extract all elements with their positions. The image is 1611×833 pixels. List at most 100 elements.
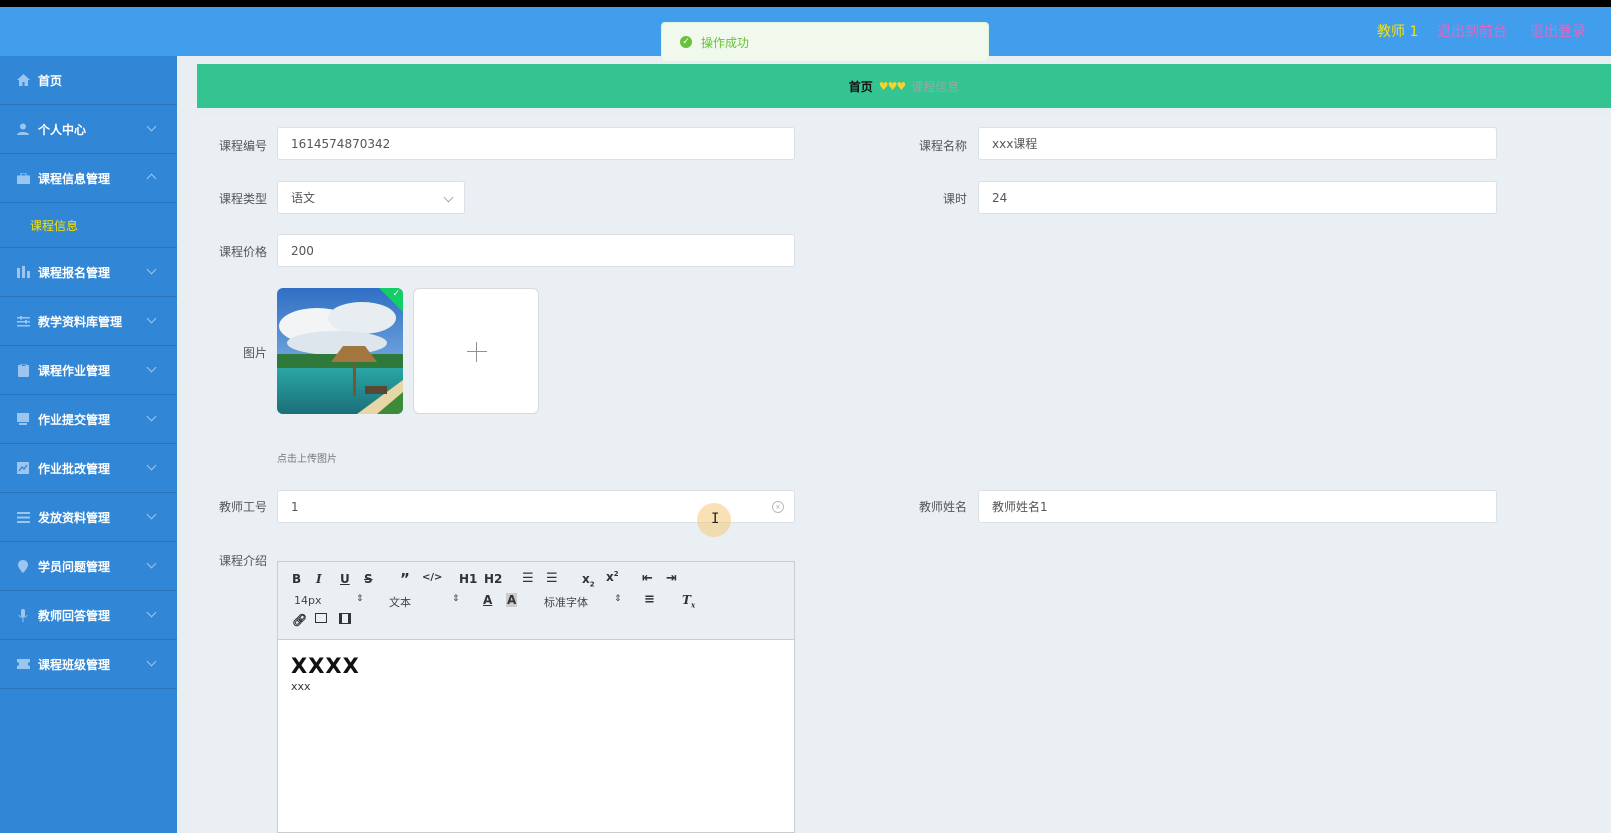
price-input[interactable]: 200 [277,234,795,267]
inbox-icon [16,413,30,426]
link-icon[interactable]: 🔗︎ [292,613,307,627]
background-color-icon[interactable]: A [506,593,518,607]
uploaded-image-thumbnail[interactable]: ✓ [277,288,403,414]
chevron-down-icon [443,192,454,203]
teacher-no-value: 1 [291,499,299,514]
sidebar-item-homework[interactable]: 课程作业管理 [0,346,177,395]
course-type-select[interactable]: 语文 [277,181,465,214]
font-family-value: 标准字体 [544,596,588,609]
sidebar-item-grading[interactable]: 作业批改管理 [0,444,177,493]
sidebar-item-label: 课程报名管理 [38,265,111,280]
sidebar-item-label: 课程作业管理 [38,363,111,378]
heading1-icon[interactable]: H1 [459,572,477,586]
sidebar-item-course-info[interactable]: 课程信息管理 [0,154,177,203]
sidebar-subitem-course-info[interactable]: 课程信息 [0,203,177,248]
microphone-icon [16,608,30,622]
course-name-value: xxx课程 [992,137,1038,151]
sidebar-item-materials[interactable]: 教学资料库管理 [0,297,177,346]
superscript-icon[interactable]: x2 [606,570,619,584]
chevron-down-icon [146,264,157,275]
code-block-icon[interactable]: </> [422,572,442,583]
list-icon [16,511,30,524]
teacher-name-value: 教师姓名1 [992,500,1048,514]
hours-label: 课时 [942,192,967,206]
hours-value: 24 [992,190,1008,205]
heading2-icon[interactable]: H2 [484,572,502,586]
align-icon[interactable]: ≡ [644,592,655,607]
paragraph-select[interactable]: 文本 ⇕ [389,594,460,610]
clear-icon[interactable]: × [772,501,784,513]
breadcrumb: 首页 ♥♥♥ 课程信息 [197,64,1611,108]
sidebar-item-label: 发放资料管理 [38,510,111,525]
plus-icon-vertical [476,342,477,362]
select-arrows-icon: ⇕ [614,594,622,604]
editor-content[interactable]: XXXX xxx [278,640,794,707]
bold-icon[interactable]: B [292,572,301,586]
hours-input[interactable]: 24 [978,181,1497,214]
price-label: 课程价格 [218,245,267,259]
sidebar-item-distribution[interactable]: 发放资料管理 [0,493,177,542]
image-icon[interactable] [315,613,327,623]
sidebar-item-submissions[interactable]: 作业提交管理 [0,395,177,444]
course-type-label: 课程类型 [218,192,267,206]
chevron-down-icon [146,558,157,569]
editor-body: xxx [291,680,311,693]
sidebar-subitem-label: 课程信息 [30,218,79,233]
breadcrumb-separator-hearts-icon: ♥♥♥ [878,79,907,93]
sidebar-item-label: 首页 [38,73,63,88]
image-label: 图片 [242,346,267,360]
window-top-edge [0,0,1611,7]
sliders-icon [16,315,30,328]
select-arrows-icon: ⇕ [356,594,364,604]
outdent-icon[interactable]: ⇤ [642,571,653,586]
course-no-input[interactable]: 1614574870342 [277,127,795,160]
sidebar-item-label: 个人中心 [38,122,87,137]
font-size-select[interactable]: 14px ⇕ [294,594,364,607]
course-no-value: 1614574870342 [291,136,391,151]
back-to-front-link[interactable]: 退出到前台 [1437,21,1507,41]
sidebar-item-questions[interactable]: 学员问题管理 [0,542,177,591]
sidebar-item-home[interactable]: 首页 [0,56,177,105]
sidebar-item-label: 作业提交管理 [38,412,111,427]
font-family-select[interactable]: 标准字体 ⇕ [544,594,624,610]
strikethrough-icon[interactable]: S [364,572,373,586]
check-icon: ✓ [392,289,400,299]
italic-icon[interactable]: I [316,572,322,586]
logout-link[interactable]: 退出登录 [1530,21,1586,41]
bullet-list-icon[interactable]: ☰ [546,571,558,586]
upload-hint: 点击上传图片 [277,454,337,465]
teacher-name-input[interactable]: 教师姓名1 [978,490,1497,523]
subscript-icon[interactable]: x2 [582,572,595,588]
course-name-input[interactable]: xxx课程 [978,127,1497,160]
sidebar-item-answers[interactable]: 教师回答管理 [0,591,177,640]
chevron-down-icon [146,460,157,471]
blockquote-icon[interactable]: ” [400,570,410,588]
breadcrumb-home[interactable]: 首页 [849,78,873,95]
clear-format-icon[interactable]: Tx [682,593,695,609]
select-arrows-icon: ⇕ [452,594,460,604]
sidebar-item-enrollment[interactable]: 课程报名管理 [0,248,177,297]
image-upload-button[interactable] [413,288,539,414]
chevron-down-icon [146,607,157,618]
video-icon[interactable] [339,613,351,624]
chevron-down-icon [146,121,157,132]
font-size-value: 14px [294,594,322,607]
course-no-label: 课程编号 [218,139,267,153]
ticket-icon [16,658,30,671]
check-circle-icon: ✓ [680,36,692,48]
home-icon [16,74,30,87]
underline-icon[interactable]: U [340,572,350,586]
sidebar-item-classes[interactable]: 课程班级管理 [0,640,177,689]
indent-icon[interactable]: ⇥ [666,571,677,586]
toast-message: 操作成功 [701,35,750,50]
sidebar-item-profile[interactable]: 个人中心 [0,105,177,154]
ordered-list-icon[interactable]: ☰ [522,571,534,586]
sidebar: 首页 个人中心 课程信息管理 课程信息 课程报名管理 教学资料库管理 课程作业管… [0,56,177,833]
teacher-name-label: 教师姓名 [918,500,967,514]
chevron-down-icon [146,313,157,324]
rich-text-editor[interactable]: B I U S ” </> H1 H2 ☰ ☰ x2 x2 ⇤ ⇥ 14px ⇕ … [277,561,795,833]
teacher-no-label: 教师工号 [218,500,267,514]
intro-label: 课程介绍 [218,554,267,568]
font-color-icon[interactable]: A [483,593,492,607]
chevron-down-icon [146,656,157,667]
